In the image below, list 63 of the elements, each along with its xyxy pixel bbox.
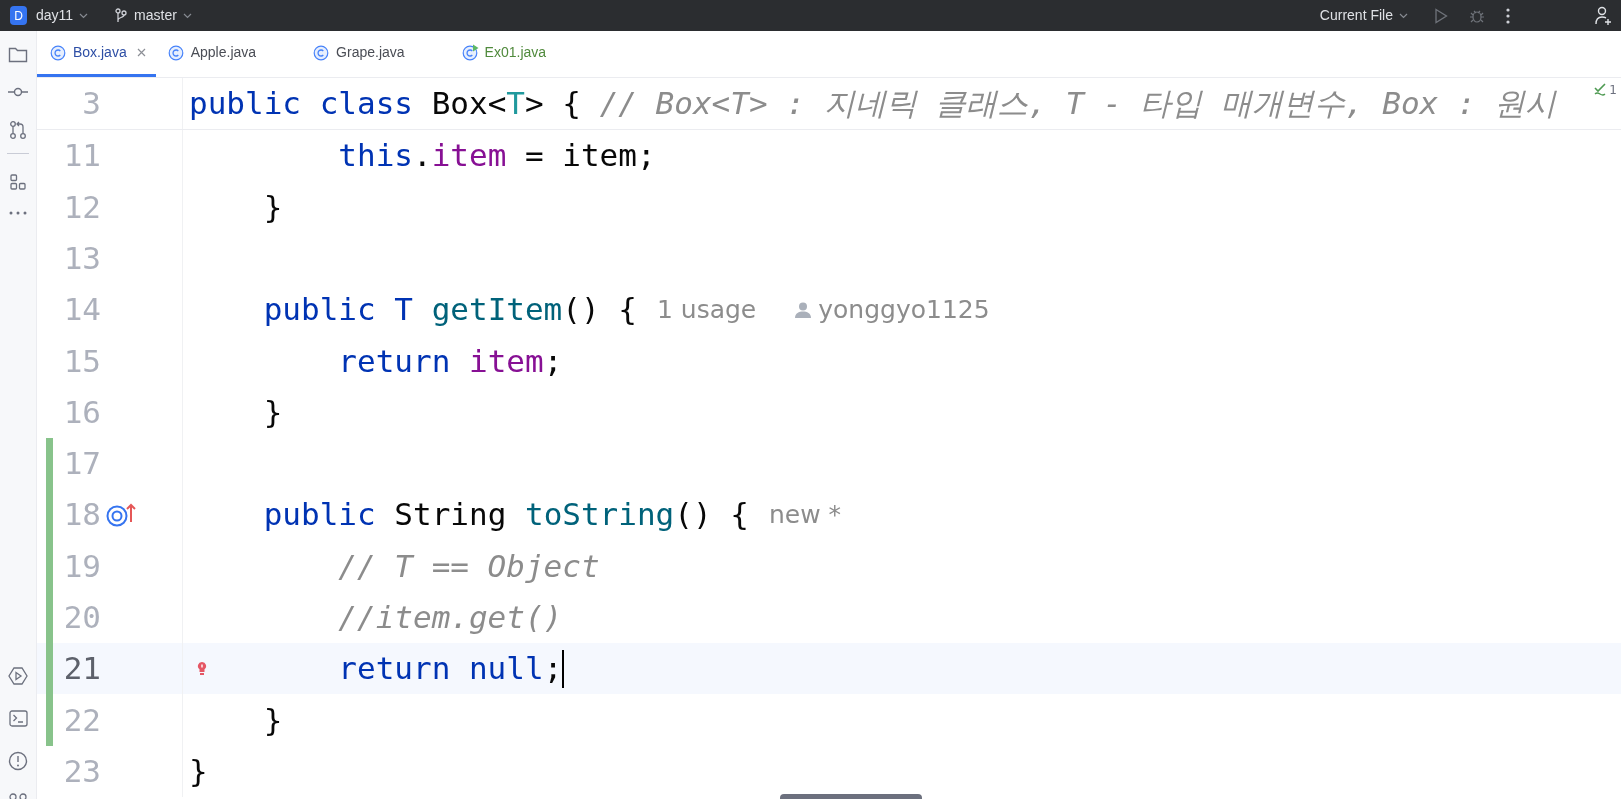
class-icon — [50, 44, 67, 61]
person-icon — [794, 301, 813, 318]
class-icon — [167, 44, 185, 61]
code-line: return item; — [338, 341, 563, 381]
editor-tab[interactable]: Ex01.java — [449, 31, 592, 77]
line-number: 19 — [62, 546, 101, 586]
line-number: 15 — [62, 341, 101, 381]
project-selector[interactable]: day11 — [36, 5, 74, 26]
code-line: //item.get() — [338, 598, 563, 638]
scrollbar-thumb[interactable] — [780, 794, 922, 799]
line-number: 17 — [62, 444, 101, 484]
line-number: 12 — [62, 187, 101, 227]
close-icon[interactable] — [136, 48, 146, 57]
code-line: } — [263, 392, 283, 432]
class-icon — [313, 44, 331, 61]
run-icon[interactable] — [1434, 7, 1448, 24]
code-line: this.item = item; — [338, 136, 656, 176]
line-number: 3 — [81, 84, 101, 124]
change-marker[interactable] — [46, 694, 53, 746]
inspection-count[interactable]: 1 — [1609, 81, 1617, 99]
chevron-down-icon — [79, 12, 89, 19]
override-icon[interactable] — [106, 501, 138, 528]
code-line: } — [263, 700, 283, 740]
line-number: 16 — [62, 392, 101, 432]
commit-icon[interactable] — [8, 87, 28, 97]
lightbulb-icon[interactable] — [197, 660, 207, 676]
terminal-icon[interactable] — [8, 710, 28, 727]
code-line: public class Box<T> { // Box<T> : 지네릭 클래스, T - 타입 매개변수, Box : 원시 — [189, 84, 1557, 124]
line-number: 23 — [62, 751, 101, 791]
code-line: } — [189, 751, 208, 791]
run-icon[interactable] — [8, 666, 28, 686]
editor-tab[interactable]: Box.java — [37, 31, 156, 77]
line-number: 11 — [62, 136, 101, 176]
problems-icon[interactable] — [8, 751, 28, 771]
editor-tab[interactable]: Grape.java — [301, 31, 450, 77]
inlay-hint[interactable]: new * — [768, 495, 842, 534]
project-badge[interactable]: D — [10, 6, 27, 25]
run-configuration-selector[interactable]: Current File — [1319, 5, 1393, 26]
folder-icon[interactable] — [8, 46, 28, 63]
line-number: 13 — [62, 239, 101, 278]
line-number: 14 — [62, 290, 101, 330]
change-marker[interactable] — [46, 437, 53, 490]
code-line: public String toString() { — [263, 495, 749, 535]
chevron-down-icon — [1399, 12, 1408, 19]
editor-tab[interactable]: Apple.java — [155, 31, 302, 77]
more-icon[interactable] — [1506, 7, 1510, 24]
code-line: } — [263, 187, 283, 227]
pull-request-icon[interactable] — [9, 120, 27, 140]
branch-selector[interactable]: master — [134, 5, 177, 26]
line-number: 18 — [62, 495, 101, 535]
branch-icon — [115, 8, 128, 23]
line-number: 20 — [62, 598, 101, 638]
add-user-icon[interactable] — [1595, 5, 1613, 26]
class-run-icon — [461, 44, 479, 61]
code-line: // T == Object — [338, 546, 600, 586]
more-icon[interactable] — [9, 211, 27, 215]
line-number: 22 — [62, 700, 101, 740]
code-line: return null; — [338, 649, 563, 689]
chevron-down-icon — [182, 12, 192, 19]
line-number: 21 — [62, 649, 101, 689]
code-line: public T getItem() { — [263, 290, 637, 330]
check-icon[interactable] — [1594, 83, 1607, 97]
structure-icon[interactable] — [9, 173, 27, 191]
